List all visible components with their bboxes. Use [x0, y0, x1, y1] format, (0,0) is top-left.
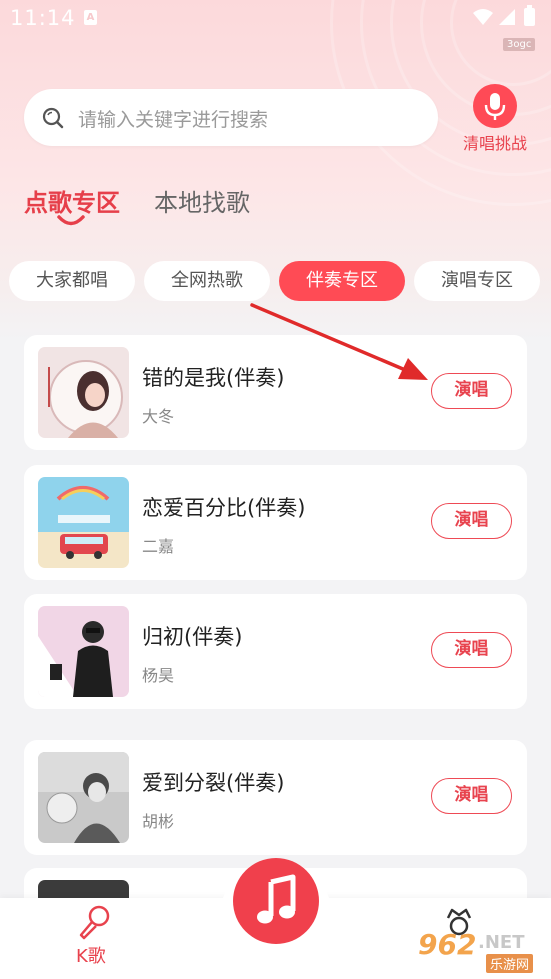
watermark-net: .NET: [478, 932, 525, 953]
watermark-brand: 962: [418, 928, 477, 961]
music-note-icon: [257, 874, 296, 924]
play-music-button[interactable]: [233, 858, 319, 944]
nav-k-song-label: K歌: [76, 946, 106, 967]
annotation-arrow: [250, 303, 428, 380]
karaoke-mic-icon: [79, 905, 110, 940]
watermark-sub: 乐游网: [486, 954, 534, 973]
